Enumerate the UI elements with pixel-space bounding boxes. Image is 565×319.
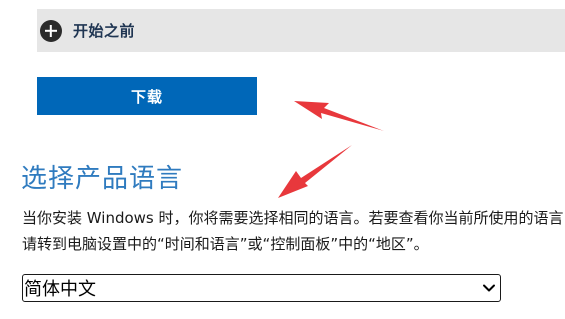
language-select[interactable]: 简体中文 [22, 274, 501, 302]
language-description: 当你安装 Windows 时，你将需要选择相同的语言。若要查看你当前所使用的语言… [22, 209, 565, 253]
before-you-begin-expander[interactable]: 开始之前 [37, 9, 565, 52]
language-select-value: 简体中文 [24, 279, 96, 300]
chevron-down-icon [483, 284, 495, 292]
section-title: 选择产品语言 [21, 164, 184, 194]
download-button[interactable]: 下载 [37, 77, 257, 115]
plus-circle-icon [40, 19, 62, 42]
expander-label: 开始之前 [73, 22, 136, 40]
arrow-annotation-title [278, 145, 352, 198]
arrow-annotation-download [294, 101, 384, 131]
